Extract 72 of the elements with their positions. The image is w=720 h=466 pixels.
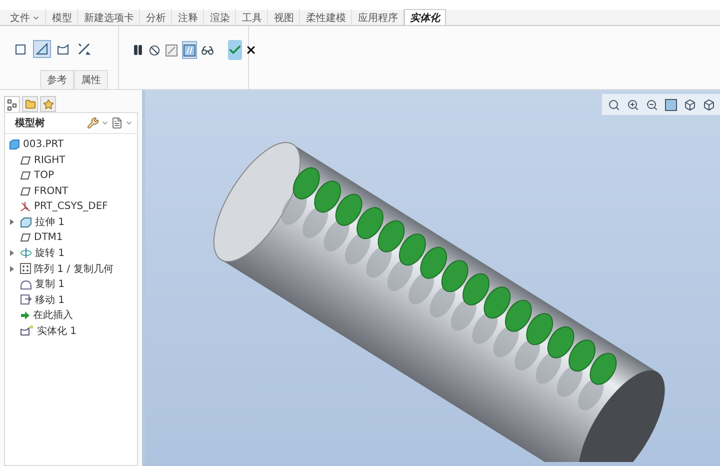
curve-icon [56, 42, 70, 56]
tree-item[interactable]: 实体化 1 [37, 324, 77, 338]
stop-icon [149, 44, 160, 56]
tree-item[interactable]: 阵列 1 / 复制几何 [34, 262, 114, 276]
arrows-icon [77, 42, 91, 56]
cube-icon [702, 98, 714, 110]
tool-button[interactable] [182, 41, 197, 59]
expand-icon[interactable] [9, 219, 15, 226]
panel-title: 模型树 [15, 116, 45, 130]
tree-item[interactable]: PRT_CSYS_DEF [34, 201, 108, 212]
tree-item[interactable]: 拉伸 1 [35, 215, 65, 230]
ribbon-tab[interactable]: 新建选项卡 [78, 9, 140, 25]
search-icon [608, 98, 620, 110]
tree-item[interactable]: RIGHT [34, 154, 66, 166]
move-icon [20, 294, 32, 306]
navigator-tab[interactable] [22, 96, 38, 112]
tree-item[interactable]: FRONT [34, 186, 68, 197]
ribbon-tab[interactable]: 实体化 [404, 9, 446, 25]
ribbon-tab[interactable]: 工具 [236, 9, 268, 25]
pause-icon [132, 44, 144, 56]
grid-icon [20, 263, 31, 274]
close-icon [245, 44, 257, 56]
panel-tab[interactable]: 参考 [40, 70, 74, 89]
solidify-icon [20, 325, 34, 336]
arrow-icon [20, 310, 30, 320]
star-icon [42, 98, 54, 110]
copy-icon [20, 278, 32, 290]
folder-icon [24, 98, 36, 110]
expand-icon[interactable] [9, 266, 15, 272]
zoom-out-icon [646, 98, 658, 110]
block-icon [20, 216, 32, 228]
orient-button[interactable] [662, 96, 679, 113]
tree-item[interactable]: 复制 1 [35, 277, 65, 292]
tree-item[interactable]: 移动 1 [35, 292, 65, 307]
ribbon-tab[interactable]: 分析 [140, 9, 172, 25]
ribbon-tab[interactable]: 注释 [172, 9, 204, 25]
preview-icon [183, 44, 196, 56]
document-icon[interactable] [111, 117, 123, 129]
ribbon-tab[interactable]: 视图 [268, 9, 300, 25]
ribbon-tab[interactable]: 文件 [4, 9, 46, 25]
ribbon-tab[interactable]: 模型 [46, 9, 78, 25]
tree-item[interactable]: 003.PRT [23, 139, 64, 150]
expand-icon[interactable] [9, 250, 15, 256]
tree-item[interactable]: 旋转 1 [35, 246, 65, 260]
tree-icon [7, 98, 17, 110]
caret-icon[interactable] [101, 119, 109, 127]
navigator-tab[interactable] [4, 96, 20, 112]
square-icon [664, 98, 676, 110]
cube-icon [9, 139, 20, 150]
plane-icon [20, 186, 31, 196]
tools-icon[interactable] [87, 117, 99, 129]
square-icon [15, 43, 27, 55]
ribbon-tab[interactable]: 柔性建模 [300, 9, 352, 25]
ribbon-tab[interactable]: 渲染 [204, 9, 236, 25]
glasses-icon [201, 44, 214, 56]
tree-item[interactable]: 在此插入 [33, 308, 73, 322]
tool-button[interactable] [33, 40, 51, 58]
preview-icon [165, 44, 178, 56]
zoom-in-icon [626, 98, 638, 110]
triangle-icon [35, 42, 49, 56]
tree-item[interactable]: TOP [34, 170, 54, 182]
panel-tab[interactable]: 属性 [74, 70, 108, 89]
plane-icon [20, 233, 31, 242]
plane-icon [20, 156, 31, 165]
plane-icon [20, 171, 31, 180]
cube-icon [684, 98, 696, 110]
navigator-tab[interactable] [40, 96, 56, 112]
axes-icon [20, 201, 31, 212]
revolve-icon [20, 248, 32, 258]
caret-icon[interactable] [125, 119, 133, 127]
check-icon [228, 43, 242, 57]
tree-item[interactable]: DTM1 [34, 232, 63, 244]
